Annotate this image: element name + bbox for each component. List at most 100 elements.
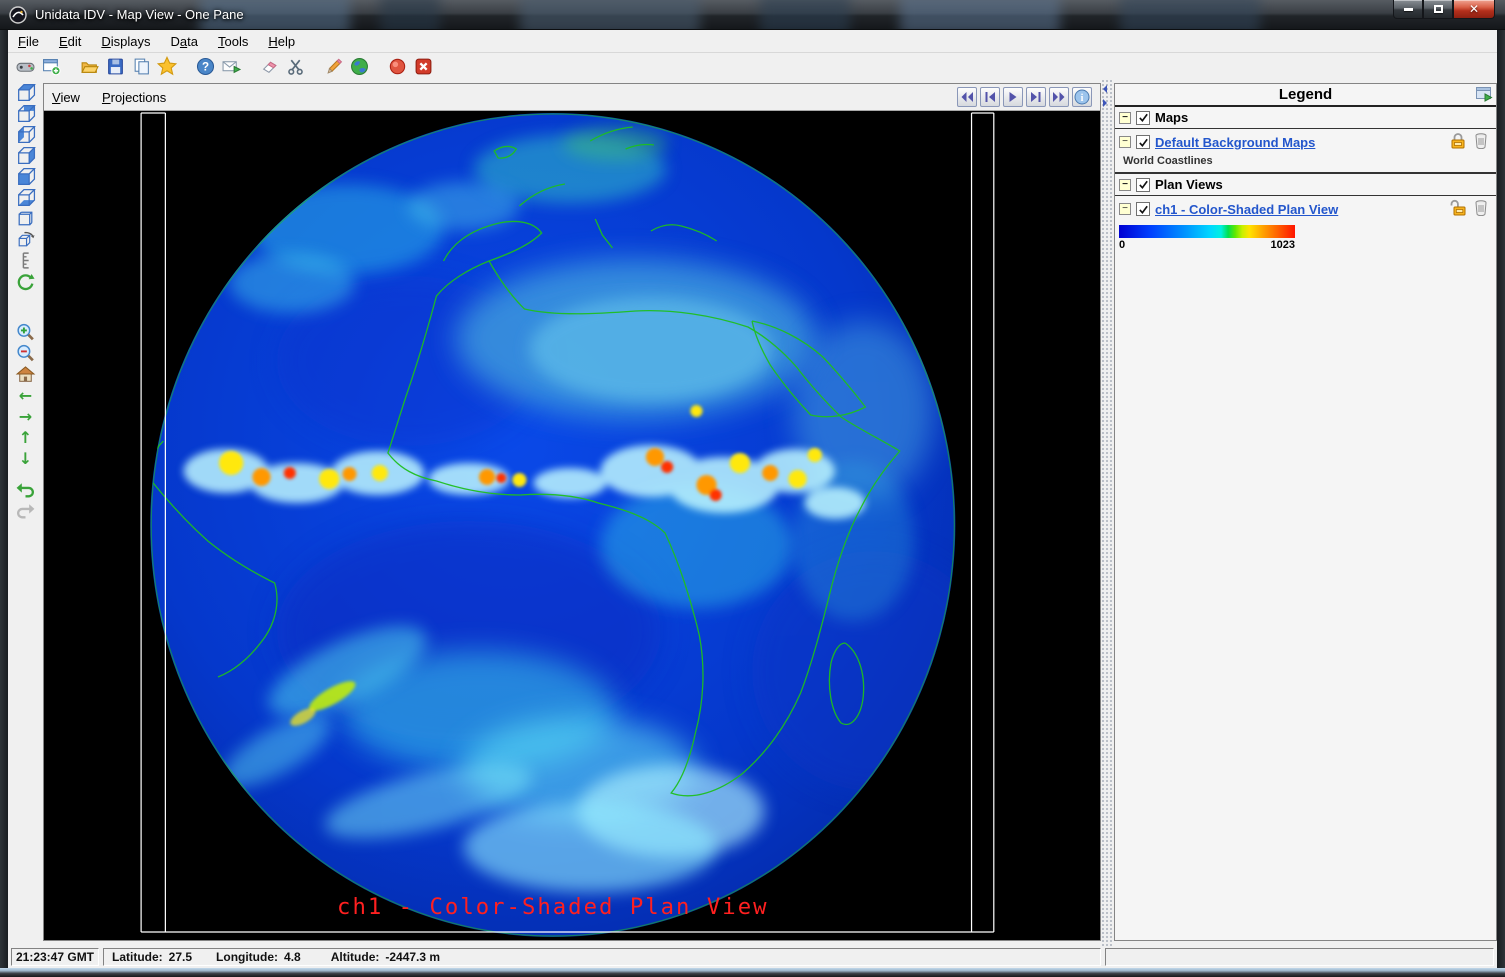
view-front-cube-icon[interactable] xyxy=(14,166,38,187)
close-button[interactable]: ✕ xyxy=(1453,0,1495,19)
play-icon[interactable] xyxy=(1003,87,1023,107)
pan-up-icon[interactable]: ↑ xyxy=(14,427,38,448)
collapse-plan-views-icon[interactable]: − xyxy=(1119,179,1131,191)
window-border xyxy=(1497,30,1505,968)
view-east-cube-icon[interactable] xyxy=(14,145,38,166)
save-icon[interactable] xyxy=(104,55,126,77)
glass-reflection xyxy=(900,0,1060,30)
step-back-icon[interactable] xyxy=(980,87,1000,107)
delete-display-icon[interactable] xyxy=(1474,132,1488,152)
ch1-plan-view-link[interactable]: ch1 - Color-Shaded Plan View xyxy=(1155,202,1338,217)
help-icon[interactable]: ? xyxy=(194,55,216,77)
support-request-icon[interactable] xyxy=(220,55,242,77)
delete-display-icon[interactable] xyxy=(1474,199,1488,219)
go-to-start-icon[interactable] xyxy=(957,87,977,107)
collapse-maps-icon[interactable]: − xyxy=(1119,112,1131,124)
message-display xyxy=(1105,948,1494,966)
globe-scene: ch1 - Color-Shaded Plan View xyxy=(44,111,1100,940)
collapse-ch1-icon[interactable]: − xyxy=(1119,203,1131,215)
clock-display: 21:23:47 GMT xyxy=(11,948,99,966)
favorites-star-icon[interactable] xyxy=(156,55,178,77)
lock-open-icon[interactable] xyxy=(1450,199,1466,219)
redo-icon[interactable] xyxy=(14,500,38,521)
lock-closed-icon[interactable] xyxy=(1450,132,1466,152)
splitter[interactable] xyxy=(1101,79,1114,947)
collapse-default-maps-icon[interactable]: − xyxy=(1119,136,1131,148)
globe-icon[interactable] xyxy=(348,55,370,77)
menu-edit[interactable]: Edit xyxy=(59,34,81,49)
menu-file[interactable]: File xyxy=(18,34,39,49)
app-icon xyxy=(9,6,27,24)
menu-data[interactable]: Data xyxy=(171,34,198,49)
ch1-checkbox[interactable] xyxy=(1136,202,1150,216)
perspective-box-icon[interactable] xyxy=(14,208,38,229)
maximize-button[interactable] xyxy=(1423,0,1453,19)
glass-reflection xyxy=(760,0,850,30)
map-view-menubar: View Projections i xyxy=(44,84,1100,111)
animation-controls: i xyxy=(957,87,1092,107)
undo-icon[interactable] xyxy=(14,479,38,500)
view-west-cube-icon[interactable] xyxy=(14,124,38,145)
minimize-button[interactable] xyxy=(1393,0,1423,19)
exit-icon[interactable] xyxy=(412,55,434,77)
menu-displays[interactable]: Displays xyxy=(101,34,150,49)
titlebar[interactable]: Unidata IDV - Map View - One Pane ✕ xyxy=(0,0,1505,30)
cut-scissors-icon[interactable] xyxy=(284,55,306,77)
colorbar-min: 0 xyxy=(1119,239,1125,251)
window-border xyxy=(0,968,1505,977)
rotate-view-cube-icon[interactable] xyxy=(14,229,38,250)
maps-section-label: Maps xyxy=(1155,110,1188,125)
plan-views-checkbox[interactable] xyxy=(1136,178,1150,192)
world-coastlines-label: World Coastlines xyxy=(1115,155,1496,173)
go-to-end-icon[interactable] xyxy=(1049,87,1069,107)
pencil-icon[interactable] xyxy=(322,55,344,77)
latitude-value: 27.5 xyxy=(169,950,192,964)
animation-properties-icon[interactable]: i xyxy=(1072,87,1092,107)
latitude-label: Latitude: xyxy=(112,950,163,964)
view-top-cube-icon[interactable] xyxy=(14,82,38,103)
app-window: Unidata IDV - Map View - One Pane ✕ File… xyxy=(0,0,1505,977)
collapse-left-icon[interactable] xyxy=(1103,85,1107,93)
menu-help[interactable]: Help xyxy=(268,34,295,49)
default-maps-checkbox[interactable] xyxy=(1136,135,1150,149)
maps-checkbox[interactable] xyxy=(1136,111,1150,125)
view-north-cube-icon[interactable] xyxy=(14,103,38,124)
save-copy-icon[interactable] xyxy=(130,55,152,77)
collapse-right-icon[interactable] xyxy=(1103,99,1107,107)
colorbar-ticks: 0 1023 xyxy=(1119,238,1295,251)
pan-right-icon[interactable]: → xyxy=(14,406,38,427)
zoom-out-icon[interactable] xyxy=(14,343,38,364)
pan-down-icon[interactable]: ↓ xyxy=(14,448,38,469)
map-canvas[interactable]: ch1 - Color-Shaded Plan View xyxy=(44,111,1100,940)
svg-text:i: i xyxy=(1081,93,1084,104)
capture-record-icon[interactable] xyxy=(386,55,408,77)
altitude-value: -2447.3 m xyxy=(385,950,440,964)
open-folder-icon[interactable] xyxy=(78,55,100,77)
float-legend-icon[interactable] xyxy=(1475,86,1493,107)
default-background-maps-link[interactable]: Default Background Maps xyxy=(1155,135,1315,150)
plan-views-section-label: Plan Views xyxy=(1155,177,1223,192)
map-view-panel: View Projections i xyxy=(43,83,1101,941)
longitude-label: Longitude: xyxy=(216,950,278,964)
home-icon[interactable] xyxy=(14,364,38,385)
glass-reflection xyxy=(520,0,700,30)
statusbar: 21:23:47 GMT Latitude: 27.5 Longitude: 4… xyxy=(8,947,1497,968)
pan-left-icon[interactable]: ← xyxy=(14,385,38,406)
auto-rotate-icon[interactable] xyxy=(14,271,38,292)
step-forward-icon[interactable] xyxy=(1026,87,1046,107)
view-bottom-cube-icon[interactable] xyxy=(14,187,38,208)
dashboard-icon[interactable] xyxy=(14,55,36,77)
vertical-scale-icon[interactable] xyxy=(14,250,38,271)
menubar: File Edit Displays Data Tools Help xyxy=(8,30,1497,53)
window-title: Unidata IDV - Map View - One Pane xyxy=(35,7,244,22)
new-window-icon[interactable] xyxy=(40,55,62,77)
menu-view[interactable]: View xyxy=(52,90,80,105)
eraser-icon[interactable] xyxy=(258,55,280,77)
longitude-value: 4.8 xyxy=(284,950,301,964)
menu-projections[interactable]: Projections xyxy=(102,90,166,105)
svg-text:?: ? xyxy=(201,60,208,73)
colorbar[interactable] xyxy=(1119,225,1295,238)
zoom-in-icon[interactable] xyxy=(14,322,38,343)
glass-reflection xyxy=(380,0,440,30)
menu-tools[interactable]: Tools xyxy=(218,34,248,49)
